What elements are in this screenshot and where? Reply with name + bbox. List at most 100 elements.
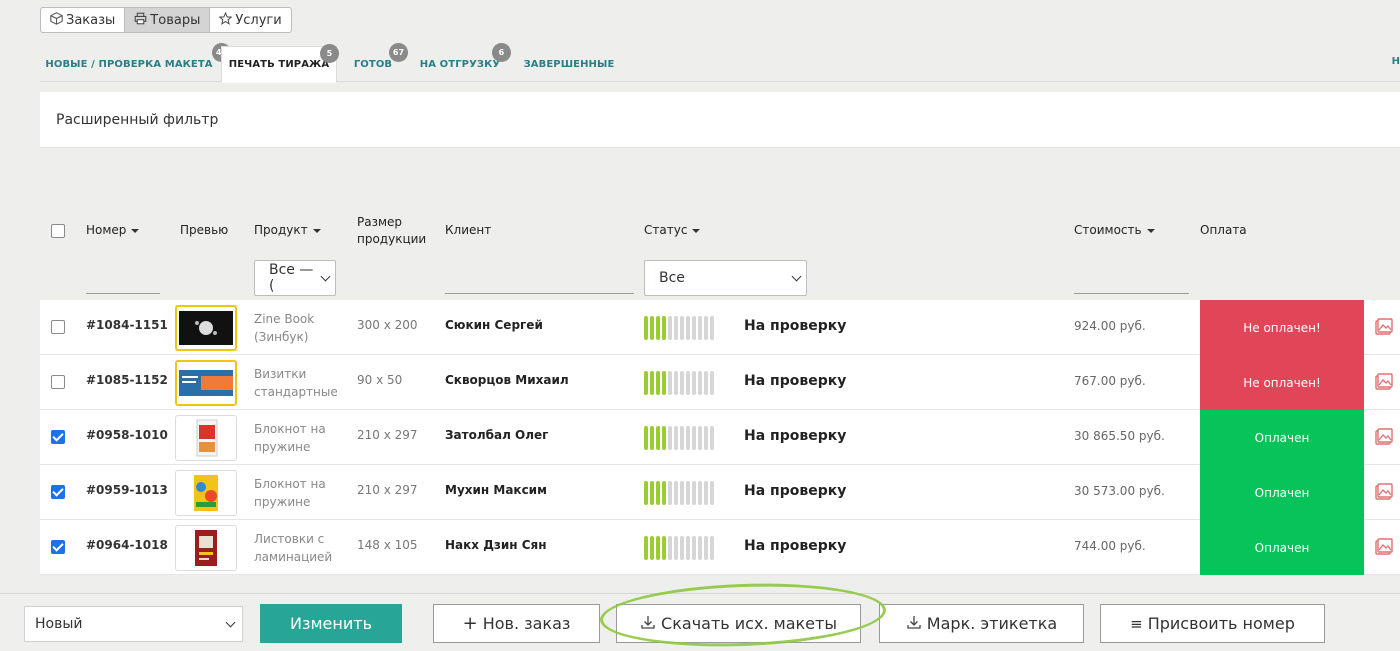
progress-segment (644, 536, 648, 560)
box-icon (50, 11, 63, 29)
tab-services[interactable]: Услуги (210, 8, 290, 32)
order-number[interactable]: #0958-1010 (86, 428, 168, 442)
business-card-preview-image (179, 370, 233, 396)
product-name-line2: пружине (254, 440, 311, 454)
table-row[interactable]: #1084-1151 Zine Book (Зинбук) 300 x 200 С… (40, 300, 1400, 355)
order-status: На проверку (744, 373, 847, 389)
table-row[interactable]: #0959-1013 Блокнот на пружине 210 x 297 М… (40, 465, 1400, 520)
preview-thumbnail[interactable] (175, 305, 237, 351)
tab-overflow[interactable]: Н (1392, 56, 1400, 67)
tab-label: НА ОТГРУЗКУ (419, 58, 501, 70)
table-row[interactable]: #1085-1152 Визитки стандартные 90 x 50 Ск… (40, 355, 1400, 410)
row-checkbox[interactable] (51, 485, 65, 499)
payment-status-button[interactable]: Не оплачен! (1200, 300, 1364, 355)
bulk-status-select[interactable]: Новый (24, 606, 243, 642)
progress-segment (710, 426, 714, 450)
preview-thumbnail[interactable] (175, 360, 237, 406)
progress-bars (644, 481, 714, 505)
product-name: Блокнот на пружине (254, 475, 326, 511)
product-name-line1: Листовки с (254, 532, 325, 546)
payment-status-button[interactable]: Не оплачен! (1200, 355, 1364, 410)
preview-thumbnail[interactable] (175, 470, 237, 516)
order-number[interactable]: #1084-1151 (86, 318, 168, 332)
progress-segment (650, 316, 654, 340)
product-name-line2: (Зинбук) (254, 330, 309, 344)
tab-to-ship[interactable]: НА ОТГРУЗКУ 6 (420, 43, 511, 82)
column-cost[interactable]: Стоимость (1074, 222, 1155, 239)
new-order-button[interactable]: + Нов. заказ (433, 604, 600, 643)
product-name: Zine Book (Зинбук) (254, 310, 314, 346)
row-checkbox[interactable] (51, 320, 65, 334)
preview-thumbnail[interactable] (175, 415, 237, 461)
image-gallery-icon[interactable] (1374, 482, 1394, 502)
row-checkbox[interactable] (51, 430, 65, 444)
status-filter-select[interactable]: Все (644, 260, 807, 296)
image-gallery-icon[interactable] (1374, 372, 1394, 392)
order-status: На проверку (744, 538, 847, 554)
table-row[interactable]: #0964-1018 Листовки с ламинацией 148 x 10… (40, 520, 1400, 575)
order-number[interactable]: #0959-1013 (86, 483, 168, 497)
tab-new-check[interactable]: НОВЫЕ / ПРОВЕРКА МАКЕТА 44 (45, 43, 231, 82)
advanced-filter-label: Расширенный фильтр (56, 111, 219, 128)
notebook-preview-image (194, 475, 218, 511)
column-number[interactable]: Номер (86, 222, 140, 239)
progress-segment (704, 536, 708, 560)
progress-segment (674, 481, 678, 505)
progress-segment (704, 316, 708, 340)
payment-status-button[interactable]: Оплачен (1200, 520, 1364, 575)
payment-status-button[interactable]: Оплачен (1200, 410, 1364, 465)
order-number[interactable]: #0964-1018 (86, 538, 168, 552)
select-all-checkbox[interactable] (51, 224, 65, 238)
download-source-layouts-button[interactable]: Скачать исх. макеты (616, 604, 861, 643)
order-status: На проверку (744, 318, 847, 334)
progress-segment (692, 426, 696, 450)
tab-ready[interactable]: ГОТОВ 67 (353, 43, 408, 82)
cost-filter-input[interactable] (1074, 293, 1189, 294)
image-gallery-icon[interactable] (1374, 427, 1394, 447)
progress-segment (704, 481, 708, 505)
print-label-button[interactable]: Марк. этикетка (879, 604, 1084, 643)
image-gallery-icon[interactable] (1374, 537, 1394, 557)
progress-segment (650, 371, 654, 395)
status-filter-value: Все (659, 270, 685, 286)
client-name: Мухин Максим (445, 483, 547, 497)
row-checkbox[interactable] (51, 540, 65, 554)
column-status[interactable]: Статус (644, 222, 701, 239)
product-filter-select[interactable]: Все — ( (254, 260, 336, 296)
table-row[interactable]: #0958-1010 Блокнот на пружине 210 x 297 З… (40, 410, 1400, 465)
client-filter-input[interactable] (445, 293, 634, 294)
assign-number-button[interactable]: ≡ Присвоить номер (1100, 604, 1325, 643)
tab-label: ГОТОВ (353, 58, 393, 70)
tab-goods[interactable]: Товары (125, 8, 211, 32)
image-gallery-icon[interactable] (1374, 317, 1394, 337)
product-name-line1: Блокнот на (254, 422, 326, 436)
order-price: 30 865.50 руб. (1074, 429, 1165, 443)
product-filter-value: Все — ( (269, 262, 314, 294)
progress-segment (662, 536, 666, 560)
change-button[interactable]: Изменить (260, 604, 402, 643)
product-type-switcher: Заказы Товары Услуги (40, 7, 292, 33)
payment-status-button[interactable]: Оплачен (1200, 465, 1364, 520)
progress-segment (710, 536, 714, 560)
status-tabs: НОВЫЕ / ПРОВЕРКА МАКЕТА 44 ПЕЧАТЬ ТИРАЖА… (40, 43, 1400, 83)
bulk-status-value: Новый (35, 616, 83, 632)
flyer-preview-image (195, 530, 217, 566)
advanced-filter-toggle[interactable]: Расширенный фильтр (40, 92, 1400, 148)
printer-icon (134, 12, 147, 29)
product-name: Блокнот на пружине (254, 420, 326, 456)
tab-completed[interactable]: ЗАВЕРШЕННЫЕ (524, 46, 615, 82)
progress-segment (668, 316, 672, 340)
tab-label: НОВЫЕ / ПРОВЕРКА МАКЕТА (45, 58, 213, 70)
progress-segment (686, 316, 690, 340)
preview-thumbnail[interactable] (175, 525, 237, 571)
order-number[interactable]: #1085-1152 (86, 373, 168, 387)
column-product[interactable]: Продукт (254, 222, 321, 239)
row-checkbox[interactable] (51, 375, 65, 389)
list-icon: ≡ (1130, 614, 1143, 633)
product-size: 210 x 297 (357, 483, 418, 497)
product-name: Визитки стандартные (254, 365, 338, 401)
tab-orders[interactable]: Заказы (41, 8, 126, 32)
tab-goods-label: Товары (150, 12, 201, 28)
tab-print-run[interactable]: ПЕЧАТЬ ТИРАЖА 5 (221, 44, 339, 83)
number-filter-input[interactable] (86, 293, 160, 294)
